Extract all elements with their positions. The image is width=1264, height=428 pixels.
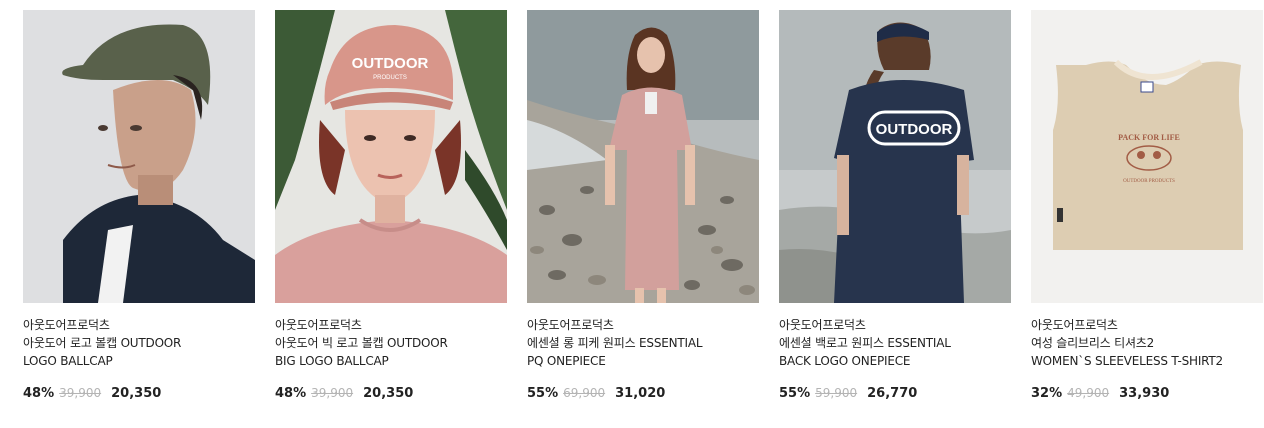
product-name-line2: BIG LOGO BALLCAP — [275, 354, 389, 368]
product-card[interactable]: 아웃도어프로덕츠 아웃도어 로고 볼캡 OUTDOOR LOGO BALLCAP… — [23, 10, 255, 403]
cap-logo-subtext: PRODUCTS — [373, 75, 407, 81]
product-name-line1: 에센셜 롱 피케 원피스 ESSENTIAL — [527, 336, 703, 350]
product-image[interactable] — [527, 10, 759, 303]
product-image[interactable]: PACK FOR LIFE OUTDOOR PRODUCTS — [1031, 10, 1263, 303]
product-image[interactable] — [23, 10, 255, 303]
original-price: 59,900 — [815, 386, 858, 400]
tank-print-line2: OUTDOOR PRODUCTS — [1123, 179, 1175, 184]
original-price: 39,900 — [311, 386, 354, 400]
product-card[interactable]: OUTDOOR PRODUCTS 아웃도어프로덕츠 아웃도어 빅 로고 볼캡 O… — [275, 10, 507, 403]
price-row: 55% 59,900 26,770 — [779, 384, 1011, 403]
product-name-line2: PQ ONEPIECE — [527, 354, 606, 368]
product-name[interactable]: 아웃도어 로고 볼캡 OUTDOOR LOGO BALLCAP — [23, 334, 255, 370]
price-row: 48% 39,900 20,350 — [275, 384, 507, 403]
product-name-line2: LOGO BALLCAP — [23, 354, 113, 368]
product-brand: 아웃도어프로덕츠 — [1031, 318, 1118, 332]
product-card[interactable]: PACK FOR LIFE OUTDOOR PRODUCTS 아웃도어프로덕츠 … — [1031, 10, 1263, 403]
product-card[interactable]: 아웃도어프로덕츠 에센셜 롱 피케 원피스 ESSENTIAL PQ ONEPI… — [527, 10, 759, 403]
discount-rate: 48% — [23, 386, 55, 401]
product-brand: 아웃도어프로덕츠 — [779, 318, 866, 332]
product-card[interactable]: OUTDOOR 아웃도어프로덕츠 에센셜 백로고 원피스 ESSENTIAL B… — [779, 10, 1011, 403]
original-price: 49,900 — [1067, 386, 1110, 400]
original-price: 39,900 — [59, 386, 102, 400]
sale-price: 20,350 — [111, 386, 162, 401]
sale-price: 26,770 — [867, 386, 918, 401]
back-logo-text: OUTDOOR — [876, 121, 953, 138]
price-row: 48% 39,900 20,350 — [23, 384, 255, 403]
product-name[interactable]: 아웃도어 빅 로고 볼캡 OUTDOOR BIG LOGO BALLCAP — [275, 334, 507, 370]
product-name-line1: 여성 슬리브리스 티셔츠2 — [1031, 336, 1155, 350]
discount-rate: 32% — [1031, 386, 1063, 401]
cap-logo-text: OUTDOOR — [352, 55, 429, 72]
product-name[interactable]: 에센셜 백로고 원피스 ESSENTIAL BACK LOGO ONEPIECE — [779, 334, 1011, 370]
product-name[interactable]: 에센셜 롱 피케 원피스 ESSENTIAL PQ ONEPIECE — [527, 334, 759, 370]
sale-price: 33,930 — [1119, 386, 1170, 401]
discount-rate: 55% — [779, 386, 811, 401]
product-image[interactable]: OUTDOOR PRODUCTS — [275, 10, 507, 303]
price-row: 55% 69,900 31,020 — [527, 384, 759, 403]
product-name-line1: 아웃도어 빅 로고 볼캡 OUTDOOR — [275, 336, 448, 350]
sale-price: 31,020 — [615, 386, 666, 401]
product-grid: 아웃도어프로덕츠 아웃도어 로고 볼캡 OUTDOOR LOGO BALLCAP… — [23, 10, 1263, 420]
price-row: 32% 49,900 33,930 — [1031, 384, 1263, 403]
discount-rate: 55% — [527, 386, 559, 401]
product-brand: 아웃도어프로덕츠 — [275, 318, 362, 332]
original-price: 69,900 — [563, 386, 606, 400]
product-name-line1: 아웃도어 로고 볼캡 OUTDOOR — [23, 336, 182, 350]
product-name-line1: 에센셜 백로고 원피스 ESSENTIAL — [779, 336, 951, 350]
product-name-line2: BACK LOGO ONEPIECE — [779, 354, 911, 368]
product-name-line2: WOMEN`S SLEEVELESS T-SHIRT2 — [1031, 354, 1223, 368]
product-name[interactable]: 여성 슬리브리스 티셔츠2 WOMEN`S SLEEVELESS T-SHIRT… — [1031, 334, 1263, 370]
product-brand: 아웃도어프로덕츠 — [23, 318, 110, 332]
product-image[interactable]: OUTDOOR — [779, 10, 1011, 303]
tank-print-line1: PACK FOR LIFE — [1118, 133, 1180, 142]
discount-rate: 48% — [275, 386, 307, 401]
product-brand: 아웃도어프로덕츠 — [527, 318, 614, 332]
sale-price: 20,350 — [363, 386, 414, 401]
